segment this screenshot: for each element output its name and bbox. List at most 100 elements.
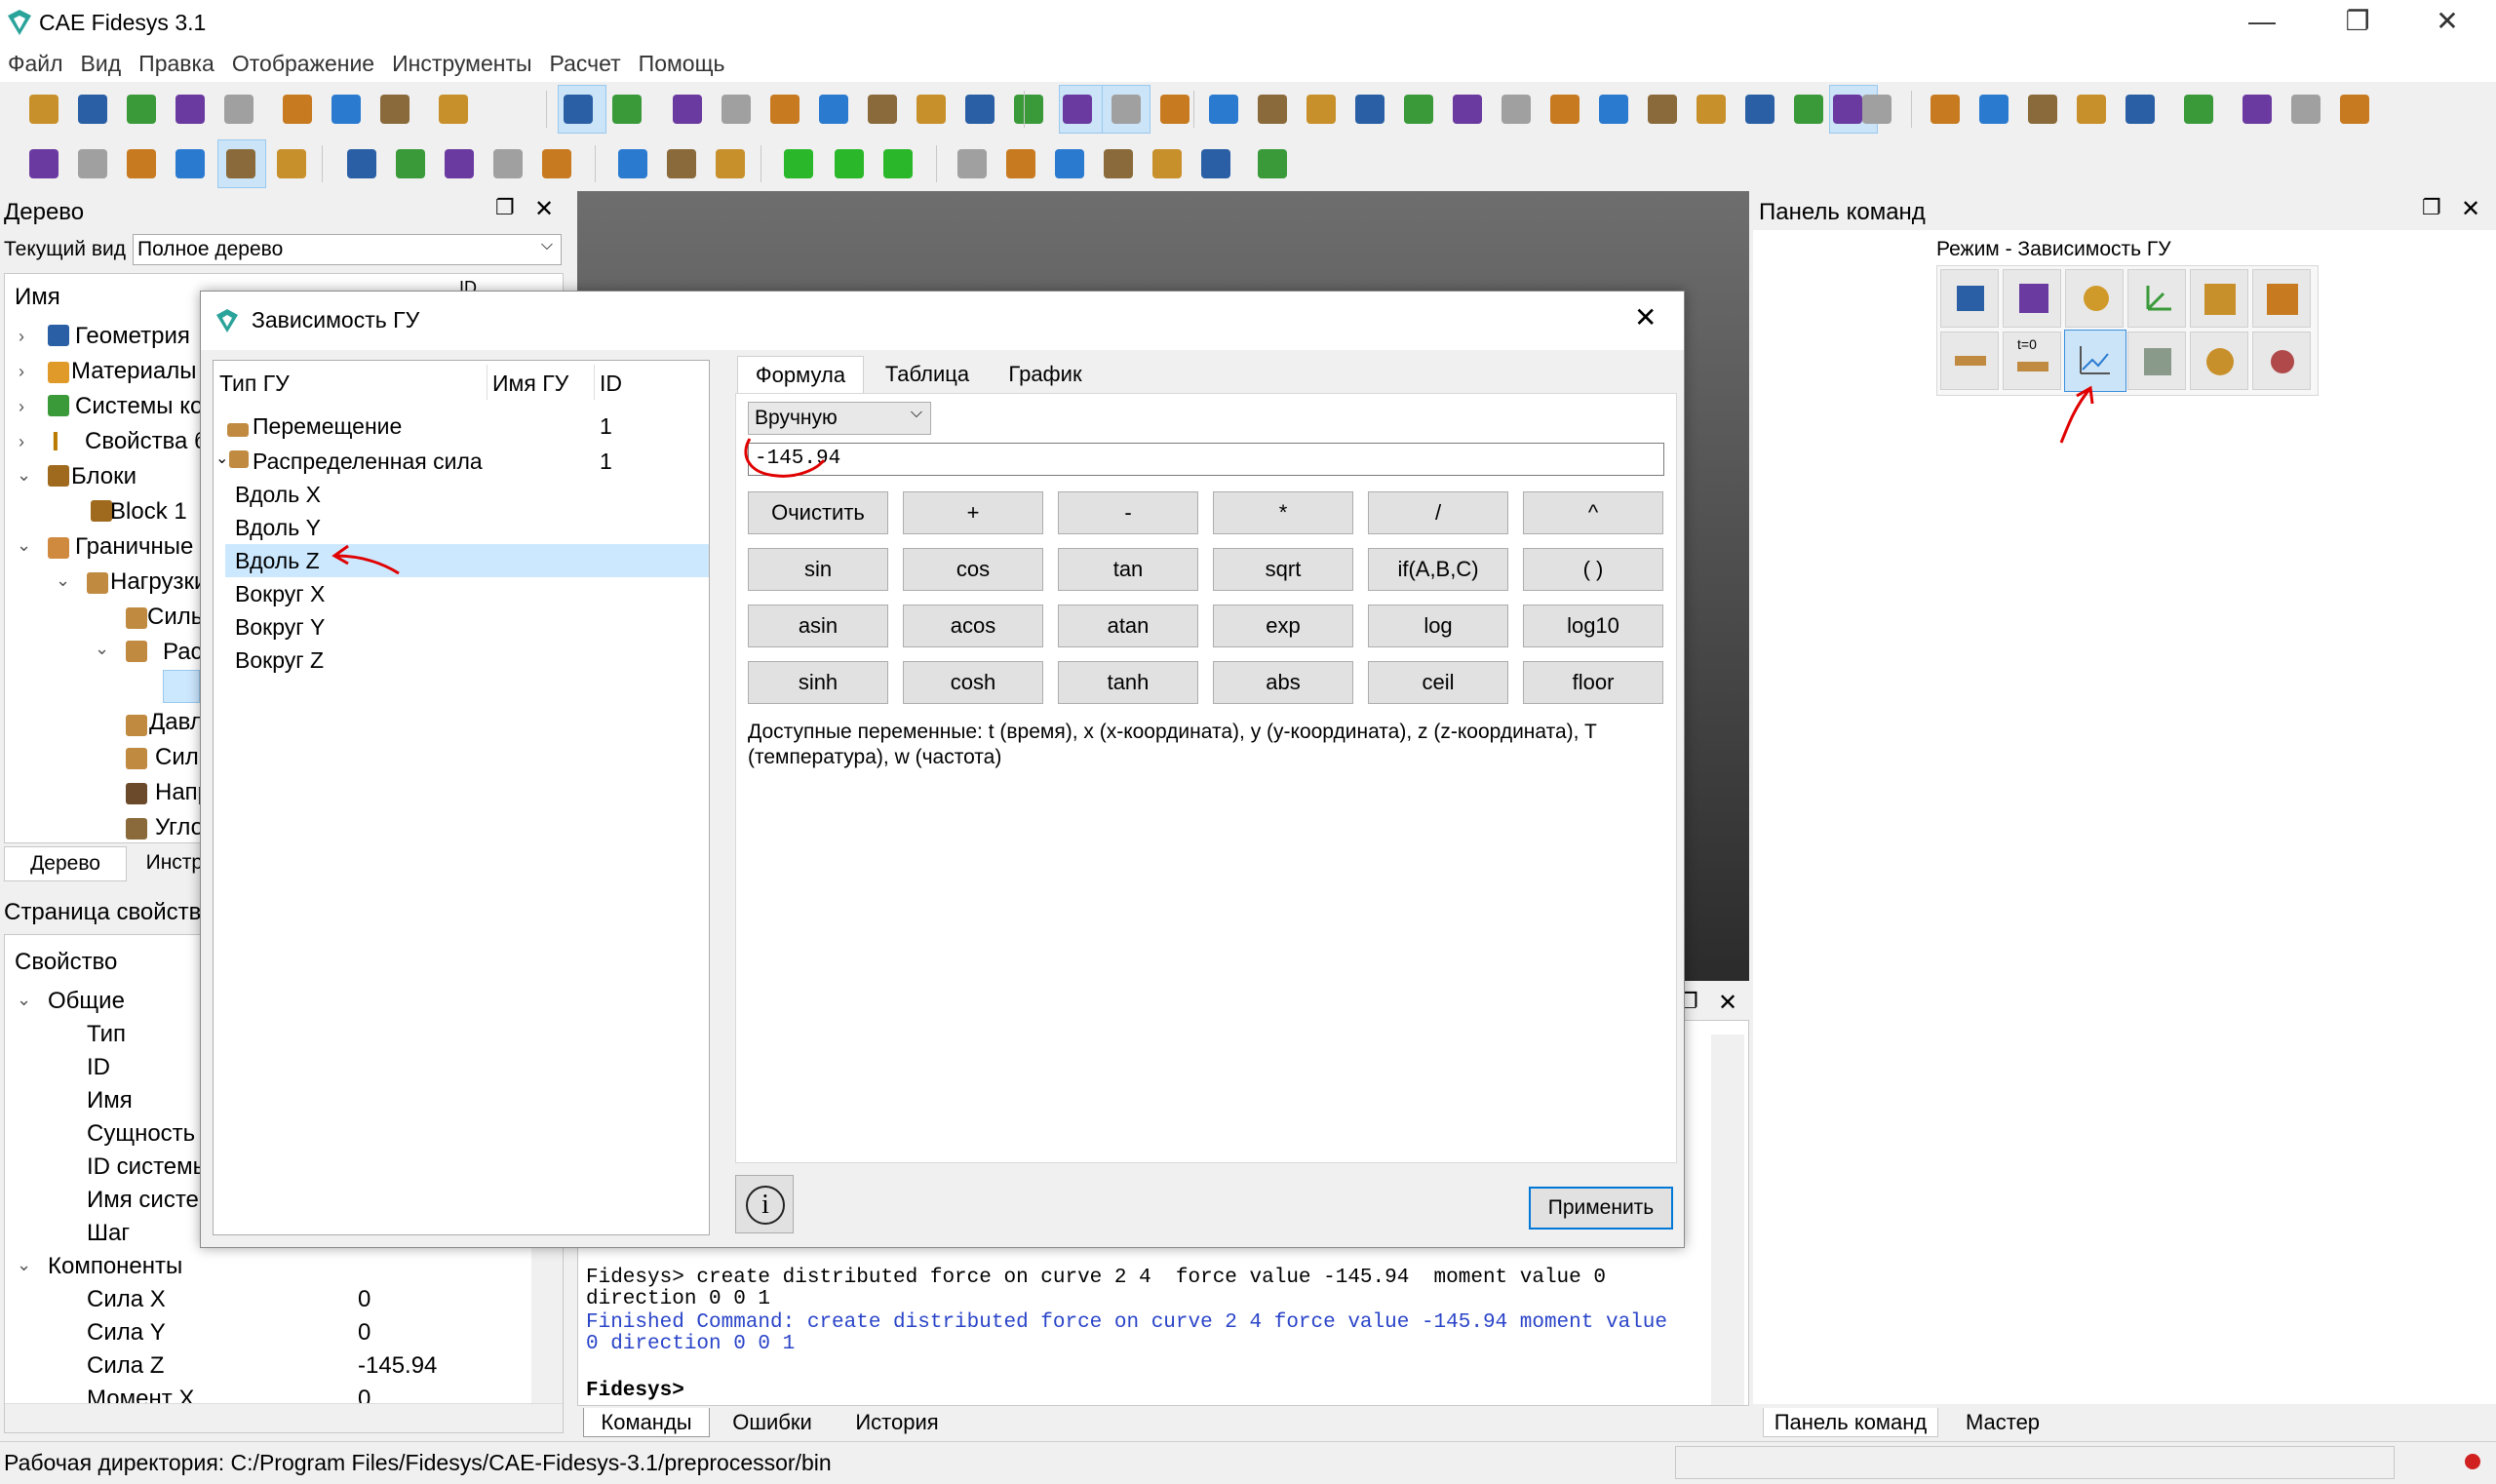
toolbar-button-icon[interactable] <box>819 95 848 124</box>
toolbar-button-icon[interactable] <box>226 149 255 178</box>
float-icon[interactable]: ❐ <box>495 195 515 220</box>
toolbar-button-icon[interactable] <box>127 149 156 178</box>
collapse-icon[interactable]: ⌄ <box>17 535 31 556</box>
collapse-icon[interactable]: ⌄ <box>95 639 109 659</box>
sqrt-button[interactable]: sqrt <box>1213 548 1353 591</box>
delete-cmd-icon[interactable] <box>2252 332 2311 390</box>
toolbar-button-icon[interactable] <box>916 95 946 124</box>
toolbar-button-icon[interactable] <box>770 95 800 124</box>
clear-button[interactable]: Очистить <box>748 491 888 534</box>
divide-button[interactable]: / <box>1368 491 1508 534</box>
prop-force-x-value[interactable]: 0 <box>358 1286 370 1313</box>
props-hscrollbar[interactable] <box>5 1403 563 1432</box>
tab-master[interactable]: Мастер <box>1944 1408 2061 1437</box>
tree-item-blocks[interactable]: Блоки <box>71 463 136 490</box>
toolbar-button-icon[interactable] <box>883 149 913 178</box>
toolbar-button-icon[interactable] <box>396 149 425 178</box>
parens-button[interactable]: ( ) <box>1523 548 1663 591</box>
coords-cmd-icon[interactable] <box>2127 269 2186 328</box>
toolbar-button-icon[interactable] <box>542 149 571 178</box>
toolbar-button-icon[interactable] <box>1696 95 1726 124</box>
selected-load-icon[interactable] <box>163 670 200 703</box>
plus-button[interactable]: + <box>903 491 1043 534</box>
toolbar-button-icon[interactable] <box>1055 149 1084 178</box>
expand-icon[interactable]: › <box>19 362 24 382</box>
menu-calc[interactable]: Расчет <box>542 45 631 77</box>
apply-button[interactable]: Применить <box>1529 1187 1673 1230</box>
prop-force-y-value[interactable]: 0 <box>358 1319 370 1347</box>
toolbar-button-icon[interactable] <box>1930 95 1960 124</box>
ceil-button[interactable]: ceil <box>1368 661 1508 704</box>
toolbar-button-icon[interactable] <box>1599 95 1628 124</box>
multiply-button[interactable]: * <box>1213 491 1353 534</box>
tab-table[interactable]: Таблица <box>866 356 989 393</box>
toolbar-button-icon[interactable] <box>127 95 156 124</box>
sin-button[interactable]: sin <box>748 548 888 591</box>
tree-item-block-1[interactable]: Block 1 <box>110 498 187 526</box>
expand-icon[interactable]: › <box>19 327 24 347</box>
toolbar-button-icon[interactable] <box>1014 95 1043 124</box>
load-cmd-icon[interactable] <box>1940 332 1999 390</box>
toolbar-button-icon[interactable] <box>493 149 523 178</box>
toolbar-button-icon[interactable] <box>965 95 994 124</box>
toolbar-button-icon[interactable] <box>2184 95 2213 124</box>
toolbar-button-icon[interactable] <box>1453 95 1482 124</box>
menu-file[interactable]: Файл <box>0 45 73 77</box>
menu-view[interactable]: Вид <box>73 45 132 77</box>
view-select[interactable]: Полное дерево ⌵ <box>133 234 562 265</box>
grid-cmd-icon[interactable] <box>2252 269 2311 328</box>
component-rot-z[interactable]: Вокруг Z <box>235 647 324 674</box>
toolbar-button-icon[interactable] <box>1550 95 1580 124</box>
toolbar-button-icon[interactable] <box>1794 95 1823 124</box>
toolbar-button-icon[interactable] <box>1160 95 1190 124</box>
function-cmd-icon[interactable] <box>2190 332 2248 390</box>
props-scrollbar[interactable] <box>531 1247 563 1403</box>
log-button[interactable]: log <box>1368 605 1508 647</box>
maximize-button[interactable]: ❐ <box>2328 0 2387 45</box>
toolbar-button-icon[interactable] <box>176 95 205 124</box>
tree-item-materials[interactable]: Материалы <box>71 358 197 385</box>
table-cmd-icon[interactable] <box>2127 332 2186 390</box>
expand-icon[interactable]: › <box>19 432 24 452</box>
toolbar-button-icon[interactable] <box>1258 149 1287 178</box>
component-y[interactable]: Вдоль Y <box>235 515 321 541</box>
tree-item-properties[interactable]: Свойства б <box>85 428 208 455</box>
toolbar-button-icon[interactable] <box>1862 95 1892 124</box>
toolbar-button-icon[interactable] <box>1502 95 1531 124</box>
toolbar-button-icon[interactable] <box>1355 95 1384 124</box>
minus-button[interactable]: - <box>1058 491 1198 534</box>
formula-input[interactable]: -145.94 <box>748 443 1664 476</box>
collapse-icon[interactable]: ⌄ <box>17 465 31 486</box>
exp-button[interactable]: exp <box>1213 605 1353 647</box>
toolbar-button-icon[interactable] <box>1209 95 1238 124</box>
toolbar-button-icon[interactable] <box>784 149 813 178</box>
cosh-button[interactable]: cosh <box>903 661 1043 704</box>
tab-commands[interactable]: Команды <box>583 1408 710 1437</box>
toolbar-button-icon[interactable] <box>1648 95 1677 124</box>
tab-history[interactable]: История <box>838 1408 956 1437</box>
collapse-icon[interactable]: ⌄ <box>17 1255 31 1275</box>
tree-item-coord-systems[interactable]: Системы ко <box>75 393 203 420</box>
menu-help[interactable]: Помощь <box>631 45 735 77</box>
toolbar-button-icon[interactable] <box>1063 95 1092 124</box>
toolbar-button-icon[interactable] <box>78 95 107 124</box>
tree-item-pressure[interactable]: Давл <box>149 709 204 736</box>
toolbar-button-icon[interactable] <box>1104 149 1133 178</box>
toolbar-button-icon[interactable] <box>2126 95 2155 124</box>
float-icon[interactable]: ❐ <box>2422 195 2441 220</box>
mode-select[interactable]: Вручную ⌵ <box>748 402 931 435</box>
material-cmd-icon[interactable] <box>2065 269 2124 328</box>
toolbar-button-icon[interactable] <box>78 149 107 178</box>
toolbar-button-icon[interactable] <box>445 149 474 178</box>
atan-button[interactable]: atan <box>1058 605 1198 647</box>
toolbar-button-icon[interactable] <box>673 95 702 124</box>
toolbar-button-icon[interactable] <box>2340 95 2369 124</box>
tab-tree[interactable]: Дерево <box>4 846 127 881</box>
toolbar-button-icon[interactable] <box>380 95 410 124</box>
tree-item-geometry[interactable]: Геометрия <box>75 323 190 350</box>
if-button[interactable]: if(A,B,C) <box>1368 548 1508 591</box>
toolbar-button-icon[interactable] <box>868 95 897 124</box>
toolbar-button-icon[interactable] <box>1201 149 1230 178</box>
menu-edit[interactable]: Правка <box>131 45 224 77</box>
collapse-icon[interactable]: ⌄ <box>56 570 70 591</box>
